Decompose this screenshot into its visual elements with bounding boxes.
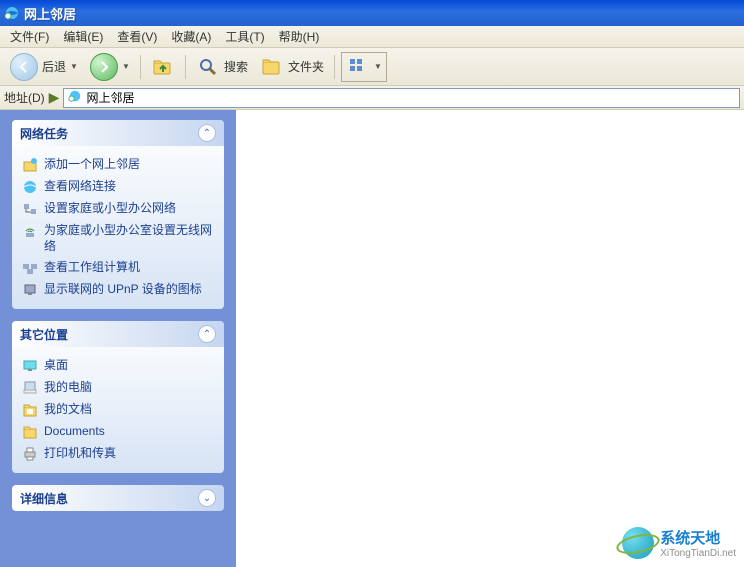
- search-label: 搜索: [224, 58, 248, 75]
- menubar: 文件(F) 编辑(E) 查看(V) 收藏(A) 工具(T) 帮助(H): [0, 26, 744, 48]
- forward-dropdown-icon[interactable]: ▼: [122, 62, 130, 71]
- wireless-icon: [22, 223, 38, 239]
- folder-up-icon: [151, 55, 175, 79]
- expand-icon[interactable]: ⌄: [198, 489, 216, 507]
- task-show-upnp[interactable]: 显示联网的 UPnP 设备的图标: [22, 279, 214, 301]
- menu-view[interactable]: 查看(V): [111, 26, 163, 47]
- place-label: 桌面: [44, 358, 68, 374]
- globe-icon: [622, 527, 654, 559]
- task-setup-wireless[interactable]: 为家庭或小型办公室设置无线网络: [22, 220, 214, 257]
- connections-icon: [22, 179, 38, 195]
- place-my-computer[interactable]: 我的电脑: [22, 377, 214, 399]
- panel-other-places: 其它位置 ⌃ 桌面 我的电脑 我的文档 Documents: [12, 321, 224, 473]
- address-label: 地址(D): [4, 89, 45, 106]
- back-icon: [10, 53, 38, 81]
- back-label: 后退: [42, 58, 66, 75]
- views-dropdown-icon[interactable]: ▼: [374, 62, 382, 71]
- panel-title: 详细信息: [20, 490, 68, 507]
- menu-tools[interactable]: 工具(T): [219, 26, 270, 47]
- place-label: 我的文档: [44, 402, 92, 418]
- toolbar: 后退 ▼ ▼ 搜索 文件夹 ▼: [0, 48, 744, 86]
- place-printers[interactable]: 打印机和传真: [22, 443, 214, 465]
- task-label: 设置家庭或小型办公网络: [44, 201, 176, 217]
- panel-header-network-tasks[interactable]: 网络任务 ⌃: [12, 120, 224, 146]
- workgroup-icon: [22, 260, 38, 276]
- place-label: Documents: [44, 424, 105, 440]
- toolbar-separator: [185, 55, 186, 79]
- panel-body: 添加一个网上邻居 查看网络连接 设置家庭或小型办公网络 为家庭或小型办公室设置无…: [12, 146, 224, 309]
- sidebar: 网络任务 ⌃ 添加一个网上邻居 查看网络连接 设置家庭或小型办公网络: [0, 110, 236, 567]
- folders-icon: [260, 55, 284, 79]
- menu-file[interactable]: 文件(F): [4, 26, 55, 47]
- titlebar: 网上邻居: [0, 0, 744, 26]
- panel-details: 详细信息 ⌄: [12, 485, 224, 511]
- toolbar-separator: [334, 55, 335, 79]
- printer-icon: [22, 446, 38, 462]
- upnp-icon: [22, 282, 38, 298]
- add-place-icon: [22, 157, 38, 173]
- watermark: 系统天地 XiTongTianDi.net: [622, 527, 736, 559]
- task-label: 查看工作组计算机: [44, 260, 140, 276]
- panel-title: 其它位置: [20, 326, 68, 343]
- watermark-sub: XiTongTianDi.net: [660, 548, 736, 559]
- watermark-main: 系统天地: [660, 527, 736, 548]
- forward-icon: [90, 53, 118, 81]
- folder-icon: [22, 424, 38, 440]
- task-setup-network[interactable]: 设置家庭或小型办公网络: [22, 198, 214, 220]
- toolbar-separator: [140, 55, 141, 79]
- network-places-icon: [68, 89, 82, 106]
- collapse-icon[interactable]: ⌃: [198, 124, 216, 142]
- forward-button[interactable]: ▼: [86, 51, 134, 83]
- collapse-icon[interactable]: ⌃: [198, 325, 216, 343]
- task-label: 显示联网的 UPnP 设备的图标: [44, 282, 202, 298]
- computer-icon: [22, 380, 38, 396]
- task-view-connections[interactable]: 查看网络连接: [22, 176, 214, 198]
- place-label: 我的电脑: [44, 380, 92, 396]
- body: 网络任务 ⌃ 添加一个网上邻居 查看网络连接 设置家庭或小型办公网络: [0, 110, 744, 567]
- menu-help[interactable]: 帮助(H): [273, 26, 326, 47]
- folders-button[interactable]: 文件夹: [256, 53, 328, 81]
- back-button[interactable]: 后退 ▼: [6, 51, 82, 83]
- task-label: 添加一个网上邻居: [44, 157, 140, 173]
- search-icon: [196, 55, 220, 79]
- address-field[interactable]: 网上邻居: [63, 88, 740, 108]
- addressbar: 地址(D) ▶ 网上邻居: [0, 86, 744, 110]
- panel-header-other-places[interactable]: 其它位置 ⌃: [12, 321, 224, 347]
- setup-network-icon: [22, 201, 38, 217]
- panel-title: 网络任务: [20, 125, 68, 142]
- network-places-icon: [4, 5, 20, 21]
- task-label: 为家庭或小型办公室设置无线网络: [44, 223, 214, 254]
- panel-body: 桌面 我的电脑 我的文档 Documents 打印机和传真: [12, 347, 224, 473]
- content-area[interactable]: [236, 110, 744, 567]
- task-view-workgroup[interactable]: 查看工作组计算机: [22, 257, 214, 279]
- place-my-documents[interactable]: 我的文档: [22, 399, 214, 421]
- place-label: 打印机和传真: [44, 446, 116, 462]
- task-label: 查看网络连接: [44, 179, 116, 195]
- back-dropdown-icon[interactable]: ▼: [70, 62, 78, 71]
- documents-icon: [22, 402, 38, 418]
- address-value: 网上邻居: [86, 89, 134, 106]
- folders-label: 文件夹: [288, 58, 324, 75]
- panel-header-details[interactable]: 详细信息 ⌄: [12, 485, 224, 511]
- views-icon: [346, 55, 370, 79]
- menu-favorites[interactable]: 收藏(A): [165, 26, 217, 47]
- address-go-icon[interactable]: ▶: [49, 89, 60, 106]
- up-button[interactable]: [147, 53, 179, 81]
- place-desktop[interactable]: 桌面: [22, 355, 214, 377]
- menu-edit[interactable]: 编辑(E): [57, 26, 109, 47]
- views-button[interactable]: ▼: [341, 52, 387, 82]
- task-add-network-place[interactable]: 添加一个网上邻居: [22, 154, 214, 176]
- search-button[interactable]: 搜索: [192, 53, 252, 81]
- place-documents[interactable]: Documents: [22, 421, 214, 443]
- panel-network-tasks: 网络任务 ⌃ 添加一个网上邻居 查看网络连接 设置家庭或小型办公网络: [12, 120, 224, 309]
- window-title: 网上邻居: [24, 4, 76, 23]
- desktop-icon: [22, 358, 38, 374]
